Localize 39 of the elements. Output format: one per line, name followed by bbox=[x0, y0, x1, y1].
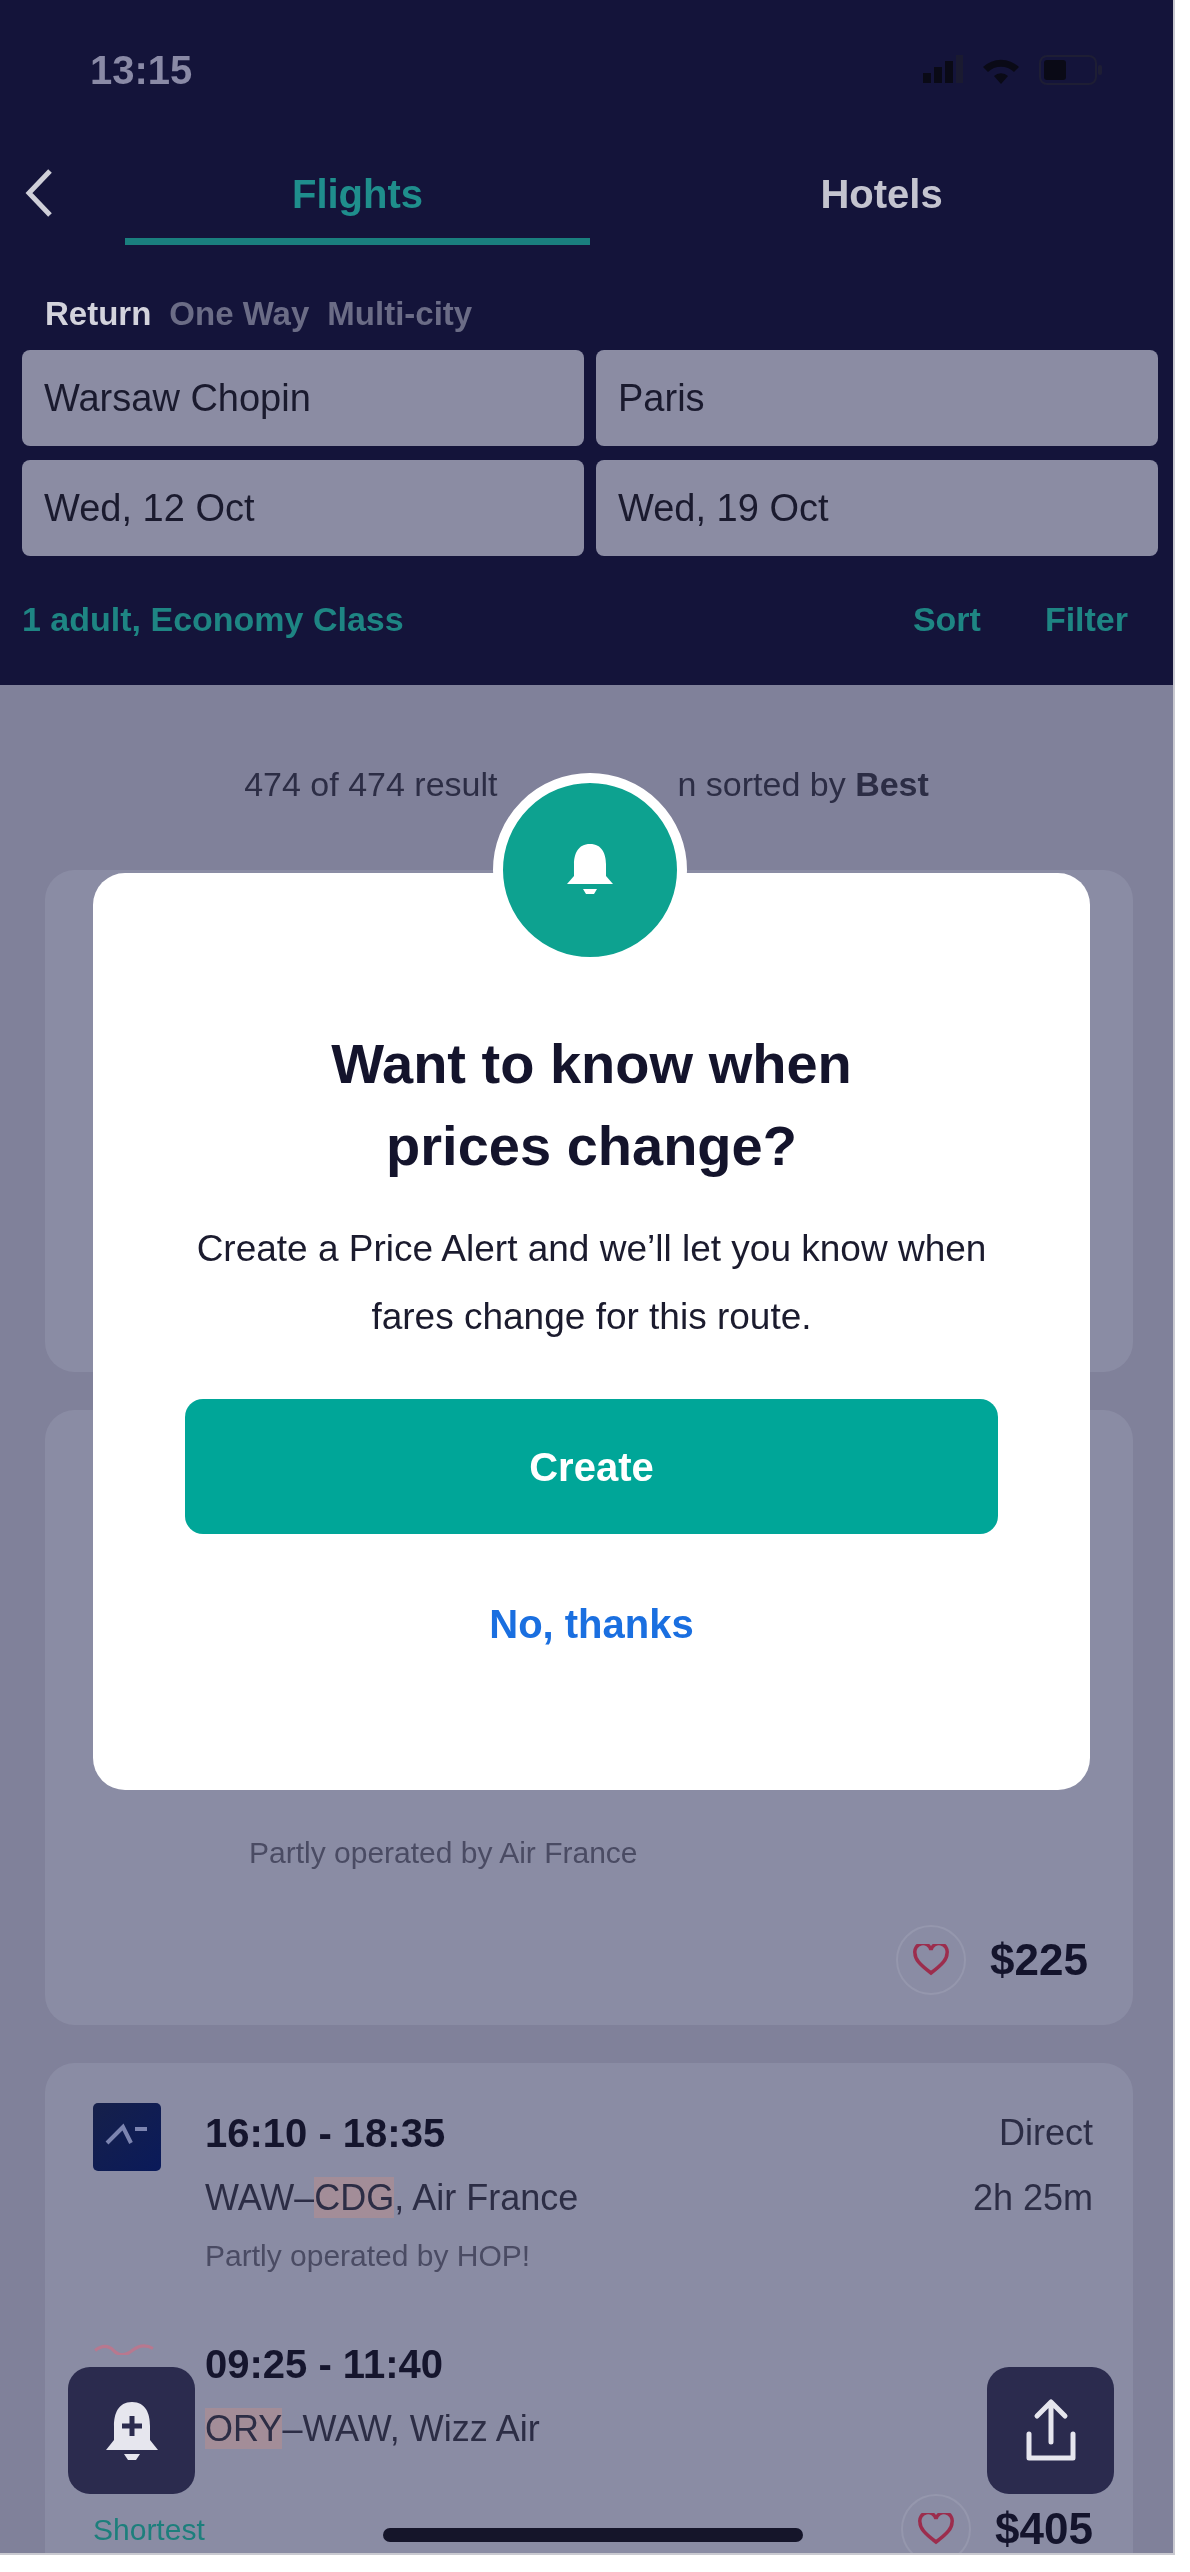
create-button[interactable]: Create bbox=[185, 1399, 998, 1534]
operator-note: Partly operated by Air France bbox=[249, 1835, 639, 1871]
stops-label: Direct bbox=[999, 2111, 1093, 2155]
tag-label: Shortest bbox=[93, 2511, 205, 2548]
tab[interactable]: Flights bbox=[125, 140, 590, 245]
back-icon[interactable] bbox=[24, 167, 54, 218]
price: $405 bbox=[995, 2503, 1093, 2553]
dialog-title: Want to know when prices change? bbox=[330, 1031, 853, 1179]
filter-button[interactable]: Filter bbox=[1028, 594, 1128, 645]
trip-type-option[interactable]: Multi-city bbox=[327, 288, 473, 339]
trip-type-option[interactable]: One Way bbox=[169, 288, 310, 339]
route-text: WAW–CDG, Air France bbox=[205, 2176, 579, 2220]
heart-icon bbox=[913, 1944, 950, 1976]
airline-logo bbox=[93, 2342, 155, 2355]
sort-button[interactable]: Sort bbox=[912, 594, 981, 645]
sort-summary: n sorted by Best bbox=[677, 764, 929, 805]
airline-logo bbox=[93, 2103, 161, 2171]
tab[interactable]: Hotels bbox=[590, 140, 1173, 245]
passenger-class-link[interactable]: 1 adult, Economy Class bbox=[22, 594, 404, 645]
signal-icon bbox=[923, 55, 963, 85]
battery-icon bbox=[1039, 54, 1103, 86]
flight-times: 09:25 - 11:40 bbox=[205, 2341, 443, 2388]
dialog-message: Create a Price Alert and we’ll let you know when fares change for this route. bbox=[195, 1227, 988, 1339]
input-field[interactable]: Wed, 12 Oct bbox=[22, 460, 584, 556]
results-count: 474 of 474 result bbox=[244, 764, 498, 805]
route-text: ORY–WAW, Wizz Air bbox=[205, 2407, 540, 2451]
heart-icon bbox=[918, 2513, 955, 2545]
share-button[interactable] bbox=[987, 2367, 1114, 2494]
input-field[interactable]: Warsaw Chopin bbox=[22, 350, 584, 446]
add-alert-button[interactable] bbox=[68, 2367, 195, 2494]
price: $225 bbox=[990, 1934, 1088, 1986]
flight-times: 16:10 - 18:35 bbox=[205, 2110, 446, 2157]
operator-note: Partly operated by HOP! bbox=[205, 2238, 532, 2274]
trip-type-option[interactable]: Return bbox=[45, 288, 152, 339]
flight-duration: 2h 25m bbox=[972, 2176, 1093, 2220]
input-field[interactable]: Wed, 19 Oct bbox=[596, 460, 1158, 556]
input-field[interactable]: Paris bbox=[596, 350, 1158, 446]
status-time: 13:15 bbox=[90, 47, 193, 94]
dismiss-link[interactable]: No, thanks bbox=[489, 1594, 694, 1654]
